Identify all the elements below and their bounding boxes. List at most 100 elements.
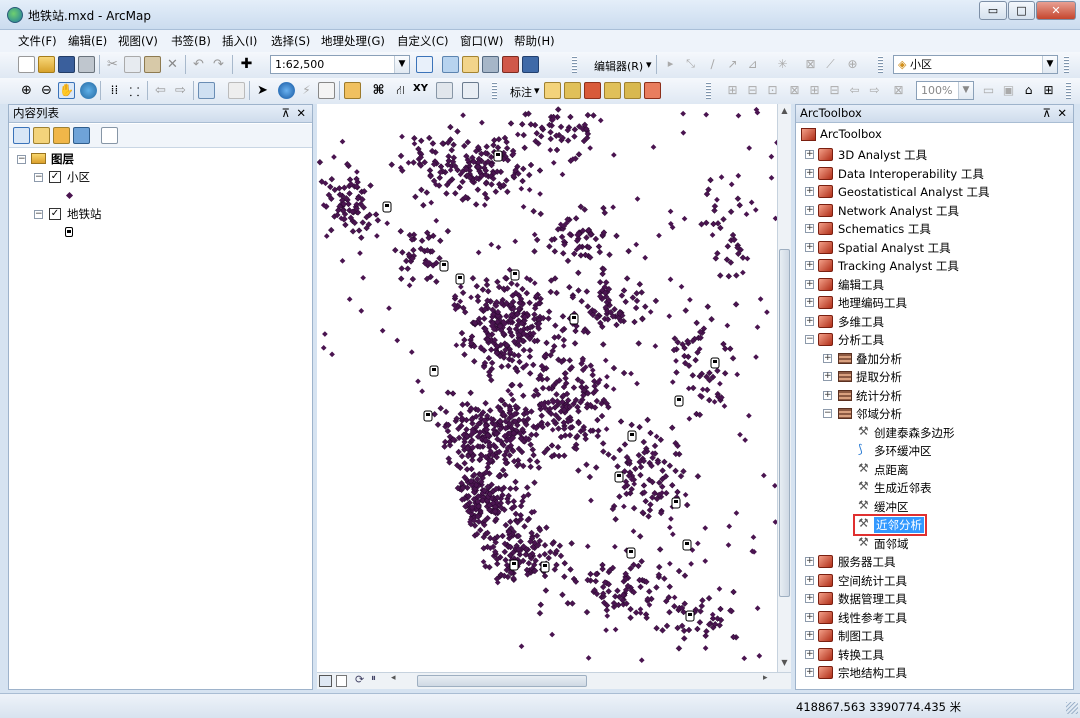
layout-pan-icon[interactable]: ⊡ bbox=[764, 82, 781, 99]
toolbox-item[interactable]: 多维工具 bbox=[838, 314, 884, 330]
resize-grip-icon[interactable] bbox=[1066, 702, 1078, 714]
layout-fixed-zoom-in-icon[interactable]: ⊞ bbox=[806, 82, 823, 99]
cut-icon[interactable]: ✂ bbox=[104, 56, 121, 73]
menu-edit[interactable]: 编辑(E) bbox=[68, 33, 107, 49]
list-by-visibility-icon[interactable] bbox=[53, 127, 70, 144]
vertical-scrollbar[interactable]: ▲ ▼ bbox=[777, 104, 791, 672]
menu-insert[interactable]: 插入(I) bbox=[222, 33, 257, 49]
copy-icon[interactable] bbox=[124, 56, 141, 73]
point-symbol-icon[interactable] bbox=[65, 191, 74, 200]
auto-hide-pin-icon[interactable]: ⊼ bbox=[282, 105, 290, 122]
expand-toggle-icon[interactable]: + bbox=[805, 298, 814, 307]
expand-toggle-icon[interactable]: + bbox=[823, 372, 832, 381]
toolbox-item[interactable]: 转换工具 bbox=[838, 647, 884, 663]
find-route-icon[interactable]: ⛙ bbox=[392, 82, 409, 99]
toolbox-item[interactable]: Data Interoperability 工具 bbox=[838, 166, 984, 182]
label-weights-icon[interactable] bbox=[584, 82, 601, 99]
fixed-zoom-out-icon[interactable]: ⸬ bbox=[126, 82, 143, 99]
toolset-item[interactable]: 提取分析 bbox=[856, 369, 902, 385]
expand-toggle-icon[interactable]: + bbox=[823, 390, 832, 400]
edit-vertices-icon[interactable]: ⊠ bbox=[802, 56, 819, 73]
view-unplaced-labels-icon[interactable] bbox=[644, 82, 661, 99]
menu-help[interactable]: 帮助(H) bbox=[514, 33, 555, 49]
labeling-menu[interactable]: 标注 bbox=[510, 84, 532, 100]
layer-name-xiaoqu[interactable]: 小区 bbox=[67, 169, 90, 185]
toolbox-item[interactable]: 编辑工具 bbox=[838, 277, 884, 293]
neighborhood-tool-item[interactable]: 多环缓冲区 bbox=[874, 443, 932, 459]
toolbox-item[interactable]: 线性参考工具 bbox=[838, 610, 907, 626]
expand-toggle-icon[interactable]: + bbox=[805, 168, 814, 178]
menu-bookmarks[interactable]: 书签(B) bbox=[171, 33, 211, 49]
horizontal-scroll-thumb[interactable] bbox=[417, 675, 587, 687]
add-data-icon[interactable]: ✚ bbox=[238, 56, 255, 73]
list-by-selection-icon[interactable] bbox=[73, 127, 90, 144]
editor-toolbar-toggle-icon[interactable] bbox=[416, 56, 433, 73]
expand-toggle-icon[interactable]: + bbox=[805, 187, 814, 196]
edit-annotation-icon[interactable]: ⤡ bbox=[682, 56, 699, 73]
scroll-up-icon[interactable]: ▲ bbox=[778, 104, 791, 118]
vertical-scroll-thumb[interactable] bbox=[779, 249, 790, 597]
end-point-arc-icon[interactable]: ↗ bbox=[724, 56, 741, 73]
menu-file[interactable]: 文件(F) bbox=[18, 33, 57, 49]
collapse-toggle-icon[interactable]: − bbox=[34, 210, 43, 219]
data-driven-pages-icon[interactable]: ⊞ bbox=[1040, 82, 1057, 99]
layout-forward-icon[interactable]: ⇨ bbox=[866, 82, 883, 99]
menu-selection[interactable]: 选择(S) bbox=[271, 33, 310, 49]
identify-info-icon[interactable] bbox=[278, 82, 295, 99]
paste-icon[interactable] bbox=[144, 56, 161, 73]
editor-menu-arrow-icon[interactable]: ▾ bbox=[646, 58, 652, 71]
toolset-item[interactable]: 邻域分析 bbox=[856, 406, 902, 422]
toolbox-item[interactable]: Geostatistical Analyst 工具 bbox=[838, 184, 990, 200]
collapse-toggle-icon[interactable]: − bbox=[17, 155, 26, 164]
label-manager-icon[interactable] bbox=[544, 82, 561, 99]
pause-labeling-icon[interactable] bbox=[624, 82, 641, 99]
redo-icon[interactable]: ↷ bbox=[210, 56, 227, 73]
reshape-icon[interactable]: ⟋ bbox=[822, 56, 839, 73]
auto-hide-pin-icon[interactable]: ⊼ bbox=[1043, 105, 1051, 122]
go-to-xy-icon[interactable]: XY bbox=[412, 82, 429, 99]
editor-menu[interactable]: 编辑器(R) bbox=[594, 58, 643, 74]
list-by-drawing-order-icon[interactable] bbox=[13, 127, 30, 144]
expand-toggle-icon[interactable]: + bbox=[805, 224, 814, 233]
menu-window[interactable]: 窗口(W) bbox=[460, 33, 503, 49]
toolbox-item[interactable]: 制图工具 bbox=[838, 628, 884, 644]
toolbox-item[interactable]: Schematics 工具 bbox=[838, 221, 931, 237]
print-icon[interactable] bbox=[78, 56, 95, 73]
html-popup-icon[interactable] bbox=[318, 82, 335, 99]
labeling-menu-arrow-icon[interactable]: ▾ bbox=[534, 84, 540, 97]
expand-toggle-icon[interactable]: + bbox=[805, 242, 814, 252]
cut-polygons-icon[interactable]: ⊕ bbox=[844, 56, 861, 73]
edit-tool-icon[interactable]: ▸ bbox=[662, 56, 679, 73]
layout-back-icon[interactable]: ⇦ bbox=[846, 82, 863, 99]
list-by-source-icon[interactable] bbox=[33, 127, 50, 144]
toolbox-item[interactable]: 数据管理工具 bbox=[838, 591, 907, 607]
close-icon[interactable]: ✕ bbox=[1057, 105, 1067, 122]
zoom-in-icon[interactable]: ⊕ bbox=[18, 82, 35, 99]
map-view[interactable] bbox=[317, 104, 777, 672]
expand-toggle-icon[interactable]: + bbox=[805, 316, 814, 326]
expand-toggle-icon[interactable]: + bbox=[805, 261, 814, 270]
zoom-out-icon[interactable]: ⊖ bbox=[38, 82, 55, 99]
expand-toggle-icon[interactable]: + bbox=[805, 612, 814, 622]
layout-view-icon[interactable] bbox=[336, 675, 347, 687]
neighborhood-tool-item[interactable]: 创建泰森多边形 bbox=[874, 425, 955, 441]
maximize-button[interactable]: □ bbox=[1008, 1, 1035, 20]
expand-toggle-icon[interactable]: − bbox=[823, 409, 832, 418]
undo-icon[interactable]: ↶ bbox=[190, 56, 207, 73]
trace-icon[interactable]: ⊿ bbox=[744, 56, 761, 73]
toolbox-item[interactable]: 空间统计工具 bbox=[838, 573, 907, 589]
forward-extent-icon[interactable]: ⇨ bbox=[172, 82, 189, 99]
expand-toggle-icon[interactable]: + bbox=[805, 668, 814, 677]
expand-toggle-icon[interactable]: − bbox=[805, 335, 814, 344]
expand-toggle-icon[interactable]: + bbox=[805, 575, 814, 585]
neighborhood-tool-item[interactable]: 点距离 bbox=[874, 462, 909, 478]
expand-toggle-icon[interactable]: + bbox=[805, 557, 814, 566]
expand-toggle-icon[interactable]: + bbox=[823, 353, 832, 363]
layer-visibility-checkbox[interactable]: ✓ bbox=[49, 208, 61, 220]
scroll-down-icon[interactable]: ▼ bbox=[778, 656, 791, 670]
pan-hand-icon[interactable]: ✋ bbox=[58, 82, 75, 99]
toolbox-item[interactable]: Network Analyst 工具 bbox=[838, 203, 959, 219]
hyperlink-icon[interactable]: ⚡ bbox=[298, 82, 315, 99]
metro-station-symbol-icon[interactable] bbox=[65, 227, 73, 237]
target-layer-combo[interactable]: ◈ 小区 ▼ bbox=[893, 55, 1058, 74]
